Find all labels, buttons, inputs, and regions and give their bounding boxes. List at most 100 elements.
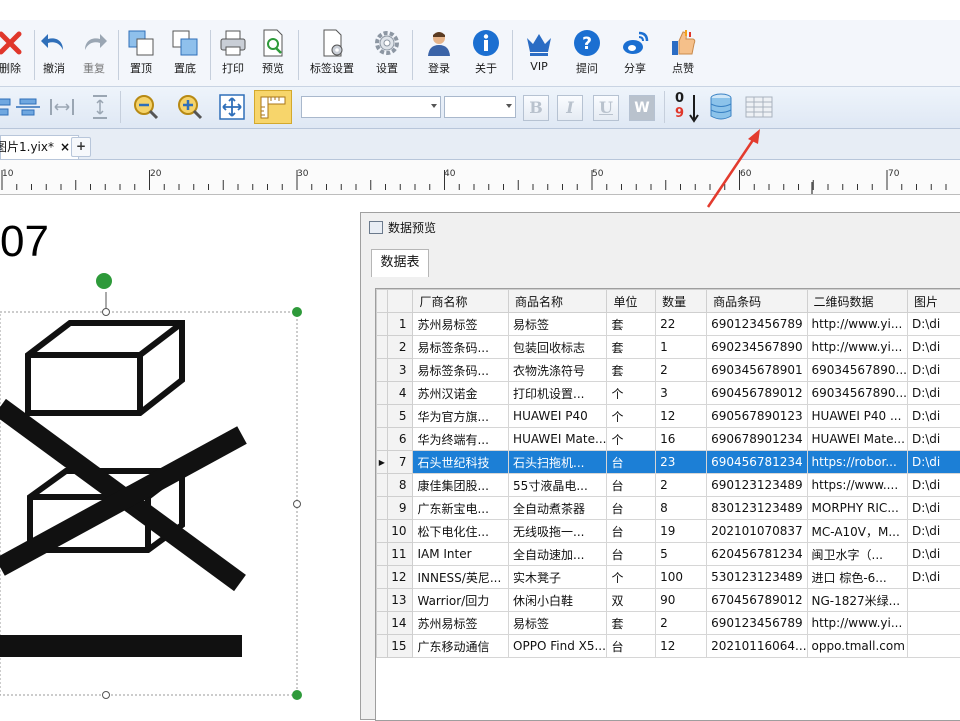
table-cell[interactable]: D:\di [907,405,960,428]
table-cell[interactable]: 无线吸拖一... [509,520,607,543]
table-cell[interactable]: 670456789012 [707,589,807,612]
table-cell[interactable]: 台 [607,497,656,520]
table-cell[interactable]: 台 [607,543,656,566]
table-cell[interactable]: 台 [607,451,656,474]
ruler-toggle-button[interactable] [254,90,292,124]
add-tab-button[interactable]: + [71,137,91,157]
table-cell[interactable]: 690345678901 [707,359,807,382]
table-cell[interactable]: 苏州汉诺金 [413,382,509,405]
table-cell[interactable]: 690234567890 [707,336,807,359]
row-indicator[interactable] [377,382,388,405]
table-cell[interactable]: 打印机设置... [509,382,607,405]
table-cell[interactable]: 690678901234 [707,428,807,451]
table-cell[interactable]: 华为终端有... [413,428,509,451]
table-cell[interactable]: 松下电化住... [413,520,509,543]
label-text-object[interactable]: 07 [0,217,49,267]
table-cell[interactable]: HUAWEI P40 [509,405,607,428]
table-cell[interactable]: 个 [607,382,656,405]
column-header[interactable]: 商品条码 [707,290,807,313]
table-cell[interactable]: D:\di [907,474,960,497]
row-indicator[interactable] [377,589,388,612]
table-cell[interactable]: 闽卫水字（... [807,543,907,566]
table-row[interactable]: 13Warrior/回力休闲小白鞋双90670456789012NG-1827米… [377,589,960,612]
table-cell[interactable]: 100 [656,566,707,589]
table-cell[interactable]: OPPO Find X5... [509,635,607,658]
table-cell[interactable]: 2 [656,359,707,382]
table-cell[interactable]: 2 [656,474,707,497]
database-icon[interactable] [706,92,736,122]
table-cell[interactable]: 华为官方旗... [413,405,509,428]
table-cell[interactable]: IAM Inter [413,543,509,566]
table-cell[interactable]: https://www.... [807,474,907,497]
preview-button[interactable]: 预览 [254,24,292,82]
table-cell[interactable]: 石头扫拖机... [509,451,607,474]
table-cell[interactable]: D:\di [907,313,960,336]
row-indicator[interactable] [377,336,388,359]
table-cell[interactable]: 套 [607,313,656,336]
table-cell[interactable] [907,612,960,635]
send-to-back-button[interactable]: 置底 [166,24,204,82]
table-cell[interactable]: D:\di [907,336,960,359]
table-cell[interactable]: MC-A10V，M... [807,520,907,543]
table-cell[interactable]: NG-1827米绿... [807,589,907,612]
table-cell[interactable]: D:\di [907,520,960,543]
row-indicator[interactable] [377,313,388,336]
table-cell[interactable]: 690123456789 [707,612,807,635]
table-cell[interactable]: 易标签条码... [413,336,509,359]
align-vertical-center-icon[interactable] [14,93,42,121]
table-cell[interactable]: 台 [607,520,656,543]
font-family-select[interactable] [301,96,441,118]
row-indicator[interactable] [377,428,388,451]
table-cell[interactable]: 55寸液晶电... [509,474,607,497]
table-row[interactable]: ▶7石头世纪科技石头扫拖机...台23690456781234https://r… [377,451,960,474]
row-indicator[interactable] [377,474,388,497]
table-row[interactable]: 4苏州汉诺金打印机设置...个369045678901269034567890.… [377,382,960,405]
table-cell[interactable]: 易标签条码... [413,359,509,382]
sort-numbers-button[interactable]: 0 9 [672,91,702,125]
zoom-in-icon[interactable] [176,93,204,121]
selected-image-object[interactable] [0,285,300,705]
table-cell[interactable]: 广东新宝电... [413,497,509,520]
word-wrap-button[interactable]: W [629,95,655,121]
table-cell[interactable]: 202101070837 [707,520,807,543]
table-cell[interactable]: 5 [656,543,707,566]
table-cell[interactable]: D:\di [907,497,960,520]
table-cell[interactable]: 个 [607,566,656,589]
table-row[interactable]: 9广东新宝电...全自动煮茶器台8830123123489MORPHY RIC.… [377,497,960,520]
column-header[interactable]: 图片 [907,290,960,313]
font-size-select[interactable] [444,96,516,118]
table-cell[interactable]: 套 [607,612,656,635]
table-cell[interactable]: 休闲小白鞋 [509,589,607,612]
table-cell[interactable]: 石头世纪科技 [413,451,509,474]
table-cell[interactable]: 3 [656,382,707,405]
table-cell[interactable]: 全自动速加... [509,543,607,566]
italic-button[interactable]: I [557,95,583,121]
table-cell[interactable]: D:\di [907,451,960,474]
table-cell[interactable]: 90 [656,589,707,612]
table-cell[interactable]: https://robor... [807,451,907,474]
table-cell[interactable]: 690567890123 [707,405,807,428]
table-cell[interactable]: 双 [607,589,656,612]
table-cell[interactable]: 广东移动通信 [413,635,509,658]
table-cell[interactable]: 进口 棕色-6... [807,566,907,589]
table-cell[interactable]: 实木凳子 [509,566,607,589]
bold-button[interactable]: B [523,95,549,121]
table-row[interactable]: 12INNESS/英尼...实木凳子个100530123123489进口 棕色-… [377,566,960,589]
table-cell[interactable]: D:\di [907,359,960,382]
row-indicator[interactable]: ▶ [377,451,388,474]
table-cell[interactable]: 620456781234 [707,543,807,566]
table-cell[interactable]: Warrior/回力 [413,589,509,612]
settings-button[interactable]: 设置 [368,24,406,82]
row-indicator[interactable] [377,405,388,428]
table-row[interactable]: 15广东移动通信OPPO Find X5...台1220210116064...… [377,635,960,658]
row-indicator[interactable] [377,612,388,635]
table-cell[interactable]: 690456789012 [707,382,807,405]
about-button[interactable]: 关于 [467,24,505,82]
table-cell[interactable]: HUAWEI P40 ... [807,405,907,428]
row-indicator[interactable] [377,635,388,658]
table-cell[interactable]: 台 [607,474,656,497]
vip-button[interactable]: VIP [520,24,558,82]
table-cell[interactable]: 易标签 [509,313,607,336]
table-cell[interactable]: 16 [656,428,707,451]
table-row[interactable]: 5华为官方旗...HUAWEI P40个12690567890123HUAWEI… [377,405,960,428]
